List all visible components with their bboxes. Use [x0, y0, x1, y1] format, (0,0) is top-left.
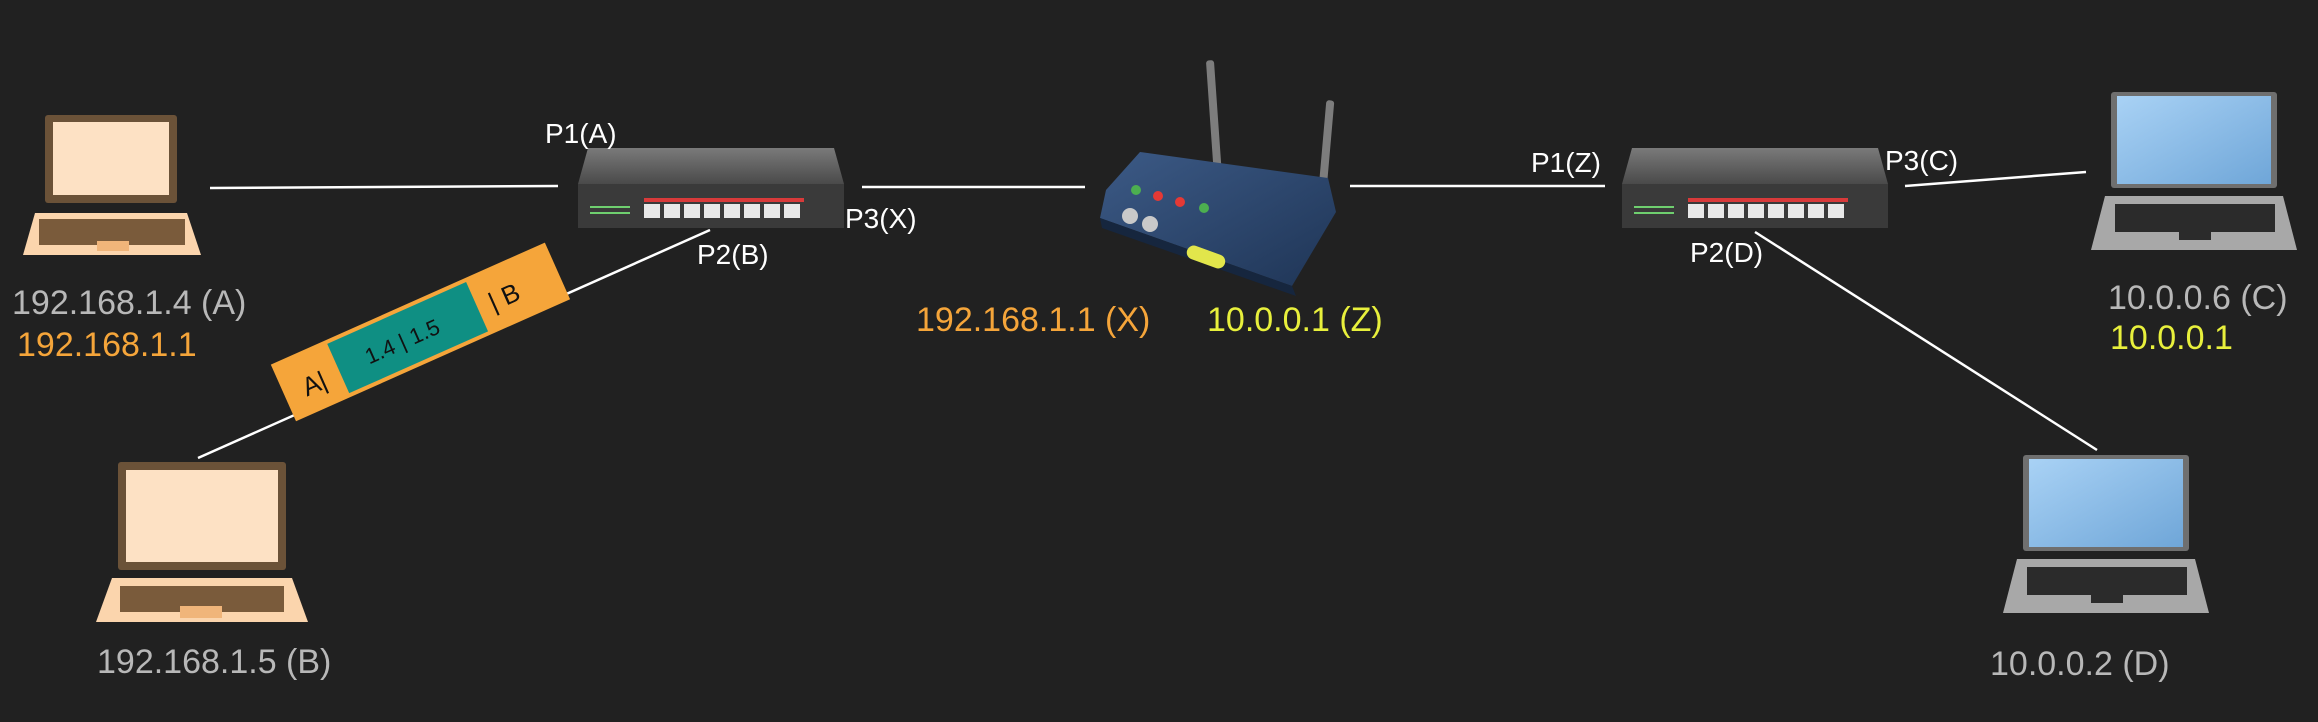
host-b-ip: 192.168.1.5 (B): [97, 643, 332, 681]
switch-left-port-1: P1(A): [545, 118, 617, 149]
router-icon: [1100, 60, 1336, 296]
switch-left-port-2: P2(B): [697, 239, 769, 270]
switch-right-port-1: P1(Z): [1531, 147, 1601, 178]
host-c-ip: 10.0.0.6 (C): [2108, 279, 2288, 317]
laptop-c-icon: [2091, 92, 2297, 250]
network-diagram: A| 1.4 | 1.5 | B: [23, 60, 2297, 622]
host-d-ip: 10.0.0.2 (D): [1990, 645, 2170, 683]
switch-right-port-2: P2(D): [1690, 237, 1764, 268]
laptop-a-icon: [23, 115, 201, 255]
host-a-gateway: 192.168.1.1: [17, 326, 197, 364]
switch-right-icon: [1622, 148, 1888, 228]
host-a-ip: 192.168.1.4 (A): [12, 284, 247, 322]
laptop-b-icon: [96, 462, 308, 622]
switch-left-port-3: P3(X): [845, 203, 917, 234]
link-a-switch: [209, 184, 559, 190]
link-switch-d: [1754, 230, 2098, 452]
host-c-gateway: 10.0.0.1: [2110, 319, 2233, 357]
router-ip-left: 192.168.1.1 (X): [916, 301, 1151, 339]
packet-illustration: A| 1.4 | 1.5 | B: [270, 242, 571, 422]
switch-left-icon: [578, 148, 844, 228]
laptop-d-icon: [2003, 455, 2209, 613]
router-ip-right: 10.0.0.1 (Z): [1207, 301, 1383, 339]
switch-right-port-3: P3(C): [1885, 145, 1959, 176]
